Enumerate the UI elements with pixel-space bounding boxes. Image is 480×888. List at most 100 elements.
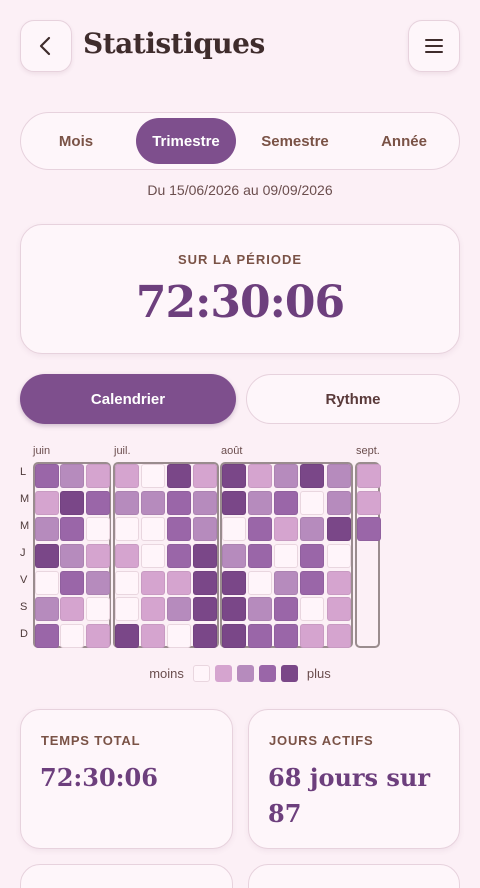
heatmap-day-cell[interactable] — [327, 571, 351, 595]
heatmap-day-cell[interactable] — [357, 464, 381, 488]
heatmap-day-cell[interactable] — [141, 597, 165, 621]
heatmap-day-cell[interactable] — [248, 517, 272, 541]
heatmap-day-cell[interactable] — [357, 491, 381, 515]
heatmap-day-cell[interactable] — [327, 491, 351, 515]
legend-swatch-3 — [258, 664, 276, 682]
legend-swatch-0 — [192, 664, 210, 682]
heatmap-legend: moins plus — [0, 663, 480, 683]
heatmap-day-cell[interactable] — [86, 544, 110, 568]
heatmap-day-cell[interactable] — [115, 491, 139, 515]
tab-semestre[interactable]: Semestre — [245, 118, 345, 164]
heatmap-day-cell[interactable] — [274, 571, 298, 595]
heatmap-day-cell[interactable] — [167, 544, 191, 568]
heatmap-day-cell[interactable] — [35, 624, 59, 648]
heatmap-day-cell[interactable] — [248, 597, 272, 621]
heatmap-day-cell[interactable] — [193, 624, 217, 648]
heatmap-day-cell[interactable] — [86, 571, 110, 595]
heatmap-day-cell[interactable] — [60, 624, 84, 648]
heatmap-day-cell[interactable] — [193, 597, 217, 621]
heatmap-day-cell[interactable] — [248, 544, 272, 568]
heatmap-day-cell[interactable] — [327, 624, 351, 648]
heatmap-day-cell[interactable] — [115, 544, 139, 568]
hamburger-menu-icon — [425, 39, 443, 53]
heatmap-day-cell[interactable] — [274, 464, 298, 488]
heatmap-day-cell[interactable] — [141, 517, 165, 541]
heatmap-day-cell[interactable] — [193, 517, 217, 541]
heatmap-day-cell[interactable] — [193, 571, 217, 595]
heatmap-day-cell[interactable] — [222, 544, 246, 568]
heatmap-day-cell[interactable] — [86, 597, 110, 621]
stat-card-bottom-right — [248, 864, 460, 888]
heatmap-day-cell[interactable] — [274, 517, 298, 541]
heatmap-day-cell[interactable] — [86, 624, 110, 648]
heatmap-day-cell[interactable] — [327, 517, 351, 541]
heatmap-day-cell[interactable] — [167, 571, 191, 595]
heatmap-day-cell[interactable] — [35, 571, 59, 595]
heatmap-day-cell[interactable] — [86, 517, 110, 541]
heatmap-day-cell[interactable] — [60, 517, 84, 541]
heatmap-day-cell[interactable] — [60, 544, 84, 568]
heatmap-day-cell[interactable] — [193, 544, 217, 568]
heatmap-day-cell[interactable] — [274, 544, 298, 568]
heatmap-day-cell[interactable] — [222, 624, 246, 648]
heatmap-day-cell[interactable] — [248, 464, 272, 488]
heatmap-day-cell[interactable] — [115, 517, 139, 541]
heatmap-day-cell[interactable] — [274, 624, 298, 648]
heatmap-day-cell[interactable] — [327, 544, 351, 568]
heatmap-day-cell[interactable] — [167, 491, 191, 515]
heatmap-day-cell[interactable] — [248, 571, 272, 595]
heatmap-day-cell[interactable] — [86, 464, 110, 488]
heatmap-day-cell[interactable] — [167, 624, 191, 648]
heatmap-day-cell[interactable] — [327, 597, 351, 621]
tab-mois[interactable]: Mois — [27, 118, 125, 164]
heatmap-day-cell[interactable] — [141, 464, 165, 488]
heatmap-day-cell[interactable] — [300, 597, 324, 621]
heatmap-day-cell[interactable] — [248, 624, 272, 648]
heatmap-day-cell[interactable] — [300, 571, 324, 595]
heatmap-day-cell[interactable] — [222, 571, 246, 595]
heatmap-day-cell[interactable] — [60, 571, 84, 595]
heatmap-day-cell[interactable] — [167, 517, 191, 541]
heatmap-day-cell[interactable] — [274, 597, 298, 621]
rhythm-view-button[interactable]: Rythme — [246, 374, 460, 424]
heatmap-day-cell[interactable] — [35, 517, 59, 541]
menu-button[interactable] — [408, 20, 460, 72]
heatmap-day-cell[interactable] — [222, 517, 246, 541]
heatmap-day-cell[interactable] — [35, 491, 59, 515]
heatmap-day-cell[interactable] — [115, 571, 139, 595]
heatmap-day-cell[interactable] — [35, 597, 59, 621]
heatmap-day-cell[interactable] — [115, 624, 139, 648]
heatmap-day-cell[interactable] — [141, 624, 165, 648]
heatmap-day-cell[interactable] — [300, 544, 324, 568]
heatmap-day-cell[interactable] — [60, 597, 84, 621]
heatmap-day-cell[interactable] — [327, 464, 351, 488]
heatmap-day-cell[interactable] — [300, 491, 324, 515]
tab-trimestre[interactable]: Trimestre — [136, 118, 236, 164]
heatmap-day-cell[interactable] — [300, 517, 324, 541]
calendar-view-button[interactable]: Calendrier — [20, 374, 236, 424]
heatmap-day-cell[interactable] — [222, 491, 246, 515]
heatmap-day-cell[interactable] — [141, 544, 165, 568]
heatmap-day-cell[interactable] — [35, 464, 59, 488]
heatmap-day-cell[interactable] — [115, 597, 139, 621]
back-button[interactable] — [20, 20, 72, 72]
heatmap-day-cell[interactable] — [193, 464, 217, 488]
heatmap-day-cell[interactable] — [167, 597, 191, 621]
heatmap-day-cell[interactable] — [141, 491, 165, 515]
heatmap-day-cell[interactable] — [248, 491, 272, 515]
heatmap-day-cell[interactable] — [193, 491, 217, 515]
heatmap-day-cell[interactable] — [300, 464, 324, 488]
heatmap-day-cell[interactable] — [167, 464, 191, 488]
tab-annee[interactable]: Année — [355, 118, 453, 164]
heatmap-day-cell[interactable] — [274, 491, 298, 515]
heatmap-day-cell[interactable] — [222, 464, 246, 488]
heatmap-day-cell[interactable] — [86, 491, 110, 515]
heatmap-day-cell[interactable] — [357, 517, 381, 541]
heatmap-day-cell[interactable] — [115, 464, 139, 488]
heatmap-day-cell[interactable] — [60, 491, 84, 515]
heatmap-day-cell[interactable] — [60, 464, 84, 488]
heatmap-day-cell[interactable] — [35, 544, 59, 568]
heatmap-day-cell[interactable] — [141, 571, 165, 595]
heatmap-day-cell[interactable] — [222, 597, 246, 621]
heatmap-day-cell[interactable] — [300, 624, 324, 648]
